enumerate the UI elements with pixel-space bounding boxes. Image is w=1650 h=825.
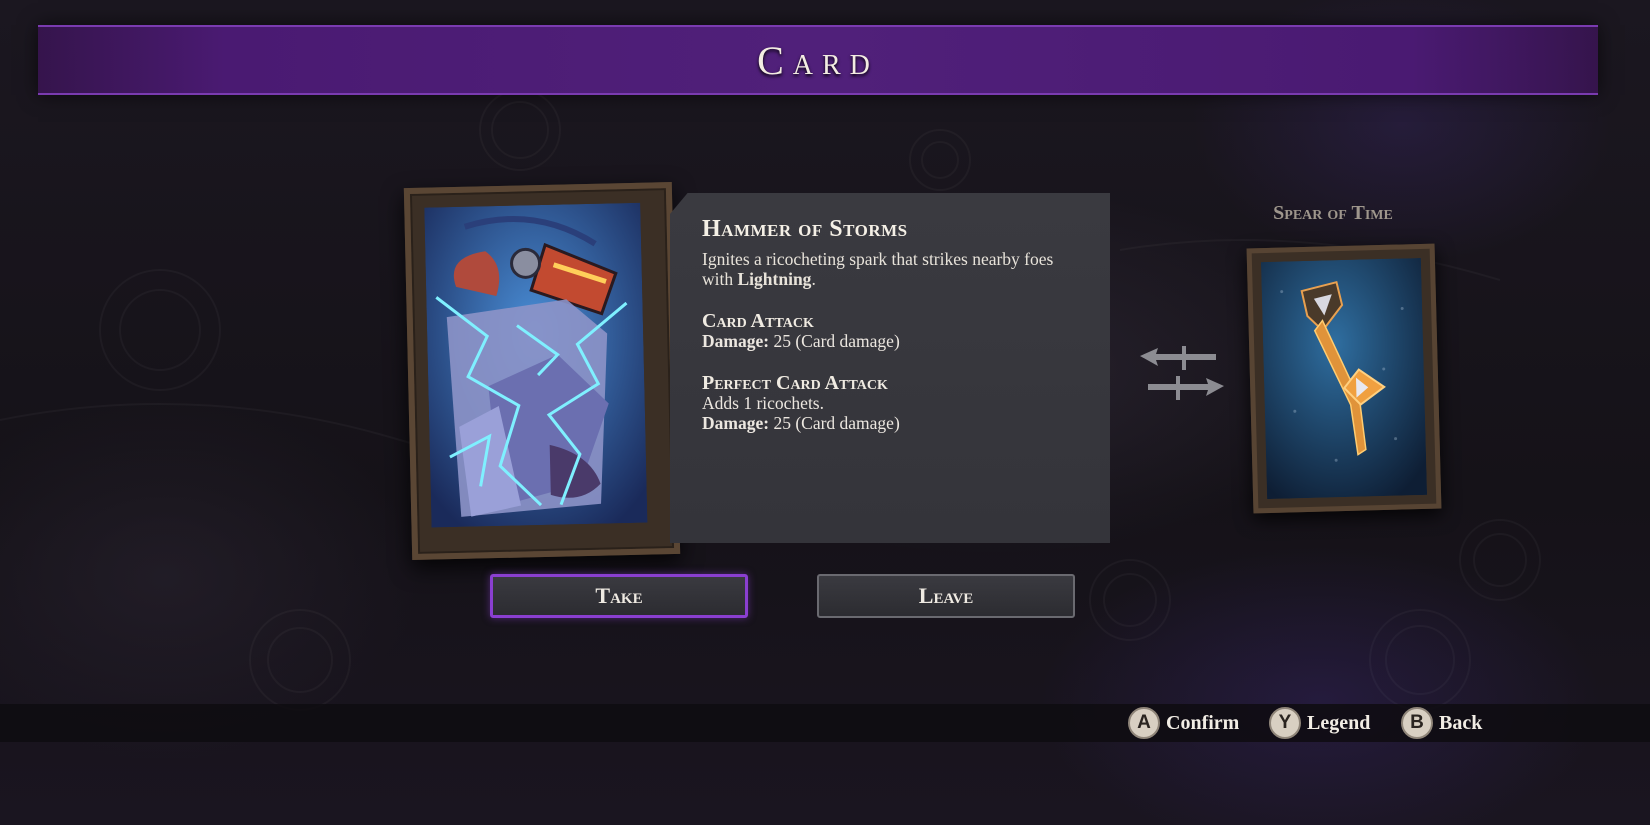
section-card-attack-title: Card Attack bbox=[702, 310, 814, 332]
hint-confirm[interactable]: A Confirm bbox=[1128, 705, 1239, 741]
damage-label: Damage: bbox=[702, 413, 770, 433]
leave-button[interactable]: Leave bbox=[817, 574, 1075, 618]
page-title: Card bbox=[757, 37, 879, 83]
swap-arrows-icon bbox=[1140, 346, 1224, 400]
y-button-icon: Y bbox=[1269, 707, 1301, 739]
card-description: Ignites a ricocheting spark that strikes… bbox=[702, 249, 1086, 289]
card-artwork-hammer-of-storms bbox=[403, 182, 681, 560]
damage-value: 25 (Card damage) bbox=[769, 331, 900, 351]
section-perfect-attack-note: Adds 1 ricochets. bbox=[702, 393, 824, 413]
keyword-lightning: Lightning bbox=[737, 269, 812, 289]
hint-legend[interactable]: Y Legend bbox=[1269, 705, 1370, 741]
damage-label: Damage: bbox=[702, 331, 770, 351]
title-banner: Card bbox=[38, 25, 1598, 95]
section-perfect-attack-damage: Damage: 25 (Card damage) bbox=[702, 413, 1086, 433]
a-button-icon: A bbox=[1128, 707, 1160, 739]
hammer-storm-illustration bbox=[424, 202, 648, 528]
spear-of-time-illustration bbox=[1260, 257, 1428, 500]
hint-back-label: Back bbox=[1439, 711, 1483, 734]
take-button[interactable]: Take bbox=[490, 574, 748, 618]
card-artwork-spear-of-time bbox=[1246, 243, 1442, 514]
card-name: Hammer of Storms bbox=[702, 216, 908, 242]
section-perfect-attack-title: Perfect Card Attack bbox=[702, 372, 888, 394]
b-button-icon: B bbox=[1401, 707, 1433, 739]
description-end: . bbox=[811, 269, 816, 289]
section-card-attack-damage: Damage: 25 (Card damage) bbox=[702, 331, 1086, 351]
hint-legend-label: Legend bbox=[1307, 711, 1371, 734]
hint-back[interactable]: B Back bbox=[1401, 705, 1482, 741]
damage-value: 25 (Card damage) bbox=[769, 413, 900, 433]
card-info-panel: Hammer of Storms Ignites a ricocheting s… bbox=[670, 193, 1110, 543]
hint-confirm-label: Confirm bbox=[1166, 711, 1240, 734]
current-card-name: Spear of Time bbox=[1273, 202, 1393, 224]
